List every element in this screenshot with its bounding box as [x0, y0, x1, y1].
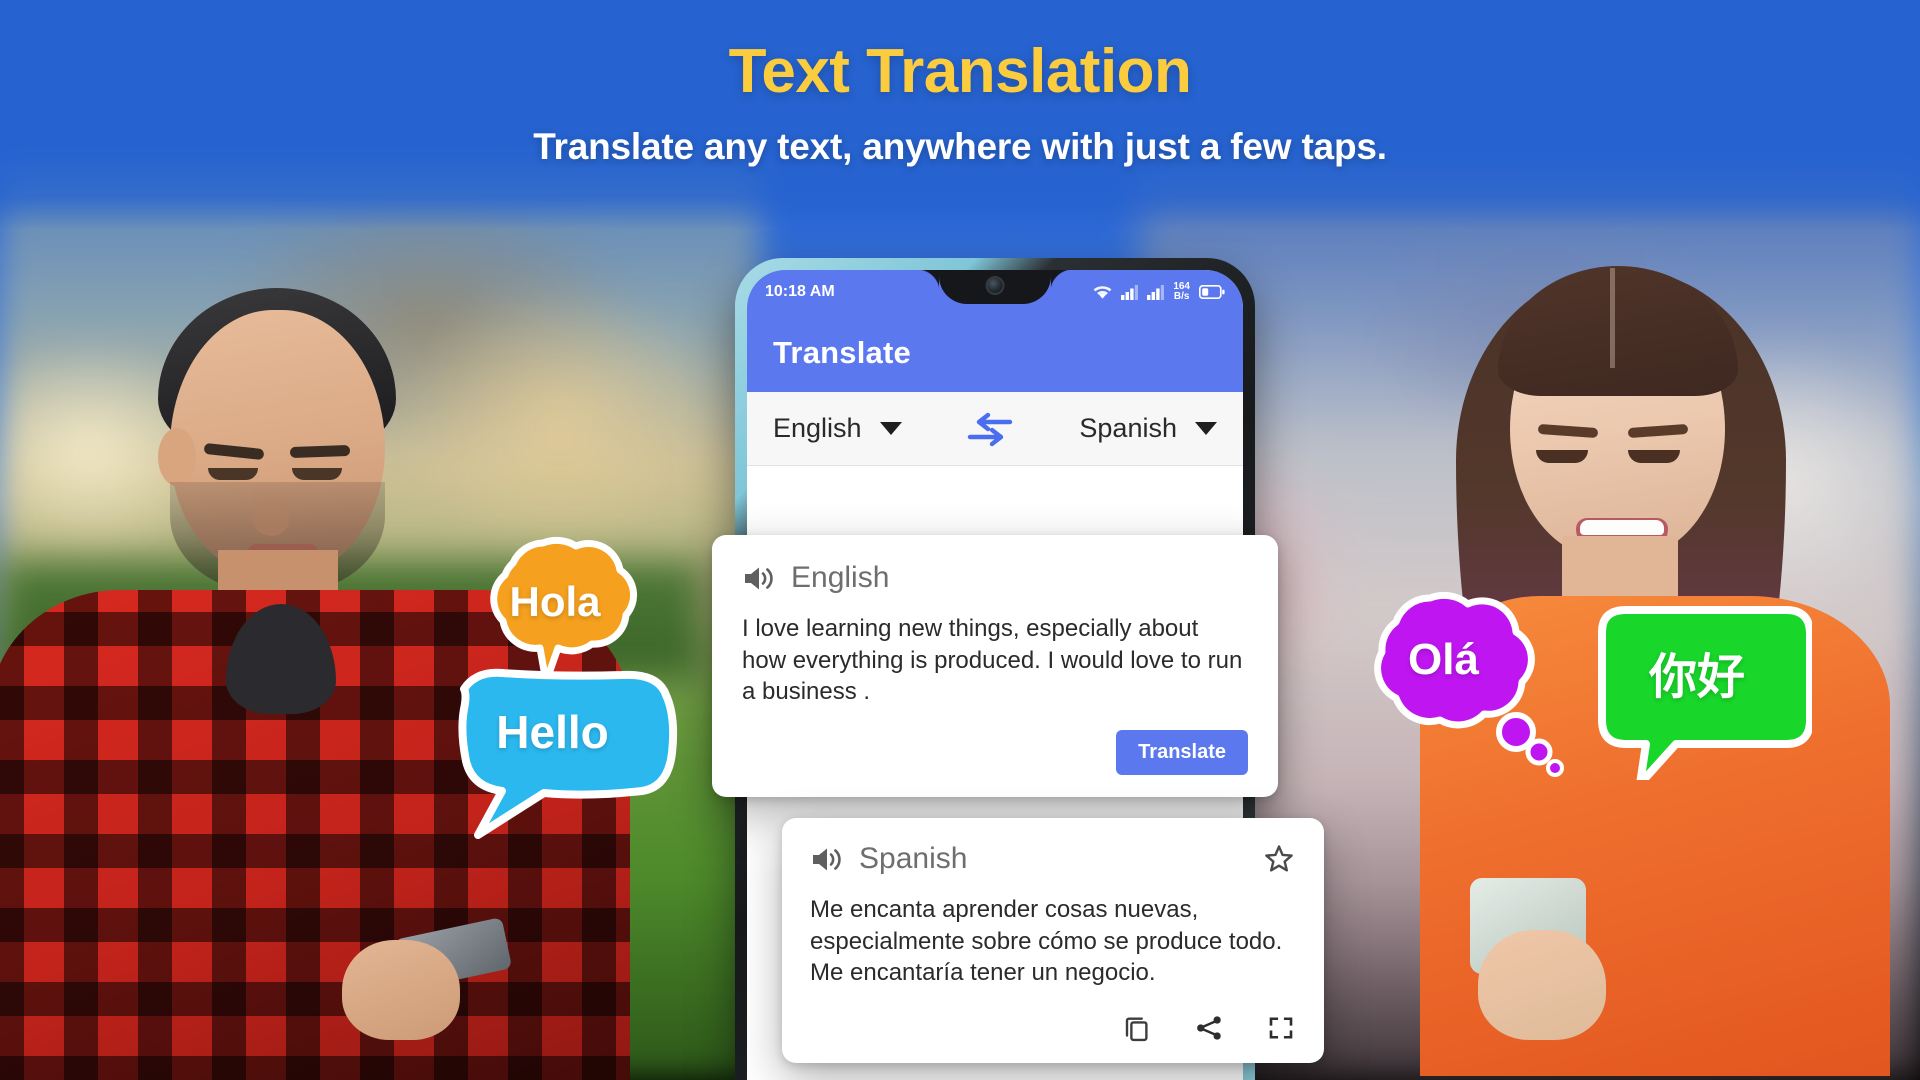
speaker-icon[interactable] — [742, 565, 773, 592]
man-brow-right — [289, 444, 351, 459]
speaker-icon[interactable] — [810, 846, 841, 873]
source-language-label: English — [773, 413, 862, 443]
fullscreen-icon[interactable] — [1266, 1013, 1296, 1043]
wifi-icon — [1093, 285, 1112, 299]
woman-hand — [1478, 930, 1606, 1040]
result-card-actions-row — [810, 1013, 1296, 1043]
woman-hair-part — [1610, 268, 1615, 368]
woman-eye-left — [1536, 450, 1588, 463]
source-card-header-left: English — [742, 561, 889, 595]
result-card-actions — [1122, 1013, 1296, 1043]
status-icons: 164 B/s — [1093, 282, 1225, 302]
target-language-label: Spanish — [1079, 413, 1177, 443]
front-camera-icon — [985, 276, 1005, 295]
source-card-language: English — [791, 561, 890, 594]
hello-bubble-shape — [458, 668, 678, 839]
translate-button[interactable]: Translate — [1116, 730, 1248, 776]
source-card-text: I love learning new things, especially a… — [742, 615, 1243, 706]
nihao-bubble-shape — [1598, 606, 1814, 788]
ola-cloud-shape — [1374, 591, 1564, 777]
signal-2-icon — [1147, 284, 1165, 300]
share-icon[interactable] — [1194, 1013, 1224, 1043]
source-card-header: English — [742, 561, 1248, 595]
result-card-language: Spanish — [859, 842, 968, 875]
man-eye-left — [208, 468, 258, 480]
result-text-card: Spanish Me encanta aprender cosas nuevas… — [782, 818, 1324, 1064]
status-time: 10:18 AM — [765, 283, 835, 300]
woman-hair-top — [1498, 266, 1738, 396]
source-text-card: English I love learning new things, espe… — [712, 535, 1278, 798]
woman-eye-right — [1628, 450, 1680, 463]
app-title: Translate — [773, 335, 911, 370]
result-card-header-left: Spanish — [810, 842, 967, 876]
star-outline-icon[interactable] — [1262, 842, 1296, 876]
man-nose — [252, 482, 290, 536]
copy-icon[interactable] — [1122, 1013, 1152, 1043]
app-bar: Translate — [747, 314, 1243, 392]
woman-teeth — [1580, 520, 1664, 535]
result-card-text: Me encanta aprender cosas nuevas, especi… — [810, 896, 1283, 987]
speech-bubble-nihao: 你好 — [1582, 600, 1814, 788]
source-card-footer: Translate — [742, 730, 1248, 776]
background-top-band — [0, 0, 1920, 230]
source-language-selector[interactable]: English — [773, 413, 902, 444]
chevron-down-icon — [879, 422, 902, 435]
battery-icon — [1199, 285, 1225, 299]
phone-notch-area: 10:18 AM 164 B/s — [747, 270, 1243, 314]
signal-1-icon — [1121, 284, 1139, 300]
target-language-selector[interactable]: Spanish — [1079, 413, 1217, 444]
man-ear — [158, 428, 196, 486]
network-speed-unit: B/s — [1173, 291, 1190, 302]
promo-banner: Text Translation Translate any text, any… — [0, 0, 1920, 1080]
swap-languages-icon — [968, 412, 1013, 446]
network-speed: 164 B/s — [1173, 282, 1190, 302]
speech-bubble-ola: Olá — [1330, 580, 1575, 780]
page-subtitle: Translate any text, anywhere with just a… — [533, 126, 1387, 167]
result-card-header: Spanish — [810, 842, 1296, 876]
man-eye-right — [292, 468, 342, 480]
chevron-down-icon — [1194, 422, 1217, 435]
speech-bubble-hello: Hello — [420, 665, 685, 840]
language-selector-bar: English Spanish — [747, 392, 1243, 466]
swap-languages-button[interactable] — [964, 409, 1016, 449]
page-title: Text Translation — [728, 37, 1192, 106]
man-hand — [342, 940, 460, 1040]
